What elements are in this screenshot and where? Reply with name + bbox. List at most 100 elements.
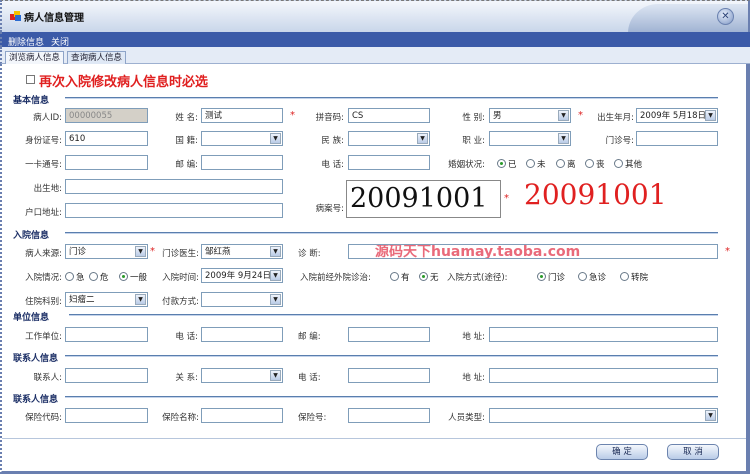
marital-option[interactable]: 丧 — [585, 158, 605, 170]
birthplace-field[interactable] — [65, 179, 283, 194]
department-label: 住院科别: — [25, 297, 62, 307]
radio-icon[interactable] — [620, 272, 629, 281]
contact-address-field[interactable] — [489, 368, 718, 383]
marital-option[interactable]: 离 — [556, 158, 576, 170]
chevron-down-icon[interactable]: ▼ — [558, 110, 569, 121]
postcode-field[interactable] — [201, 155, 283, 170]
radio-icon[interactable] — [578, 272, 587, 281]
pinyin-label: 拼音码: — [315, 113, 344, 123]
doctor-select[interactable]: 邹红燕 ▼ — [201, 244, 283, 259]
insurance-number-field[interactable] — [348, 408, 430, 423]
chevron-down-icon[interactable]: ▼ — [135, 246, 146, 257]
prior-option[interactable]: 无 — [419, 271, 439, 283]
marital-option[interactable]: 其他 — [614, 158, 642, 170]
chevron-down-icon[interactable]: ▼ — [270, 133, 281, 144]
relation-select[interactable]: ▼ — [201, 368, 283, 383]
option-label: 有 — [401, 273, 410, 283]
radio-icon[interactable] — [119, 272, 128, 281]
chevron-down-icon[interactable]: ▼ — [270, 294, 281, 305]
household-label: 户口地址: — [25, 208, 62, 218]
menu-bar — [0, 32, 750, 47]
occupation-select[interactable]: ▼ — [489, 131, 571, 146]
chevron-down-icon[interactable]: ▼ — [135, 294, 146, 305]
required-mark: * — [290, 110, 295, 121]
tab-browse[interactable]: 浏览病人信息 — [5, 51, 65, 64]
method-option[interactable]: 门诊 — [537, 271, 565, 283]
relation-label: 关 系: — [175, 373, 198, 383]
payment-select[interactable]: ▼ — [201, 292, 283, 307]
ethnicity-select[interactable]: ▼ — [348, 131, 430, 146]
chevron-down-icon[interactable]: ▼ — [270, 246, 281, 257]
close-icon[interactable]: ✕ — [717, 8, 734, 25]
department-value: 妇瘤二 — [69, 295, 95, 305]
patient-id-label: 病人ID: — [33, 113, 62, 123]
insurance-name-field[interactable] — [201, 408, 283, 423]
radio-icon[interactable] — [497, 159, 506, 168]
work-unit-field[interactable] — [65, 327, 148, 342]
condition-option[interactable]: 一般 — [119, 271, 147, 283]
insurance-code-label: 保险代码: — [25, 413, 62, 423]
method-option[interactable]: 转院 — [620, 271, 648, 283]
source-select[interactable]: 门诊 ▼ — [65, 244, 148, 259]
radio-icon[interactable] — [537, 272, 546, 281]
birth-date-picker[interactable]: 2009年 5月18日 ▼ — [636, 108, 718, 123]
gender-select[interactable]: 男 ▼ — [489, 108, 571, 123]
chevron-down-icon[interactable]: ▼ — [270, 270, 281, 281]
name-field[interactable]: 测试 — [201, 108, 283, 123]
card-no-field[interactable] — [65, 155, 148, 170]
admit-time-value: 2009年 9月24日 — [205, 271, 272, 281]
marital-option[interactable]: 未 — [526, 158, 546, 170]
clinic-no-field[interactable] — [636, 131, 718, 146]
window-title: 病人信息管理 — [24, 13, 84, 24]
chevron-down-icon[interactable]: ▼ — [417, 133, 428, 144]
radio-icon[interactable] — [614, 159, 623, 168]
person-type-select[interactable]: ▼ — [489, 408, 718, 423]
condition-option[interactable]: 急 — [65, 271, 85, 283]
admit-time-picker[interactable]: 2009年 9月24日 ▼ — [201, 268, 283, 283]
insurance-code-field[interactable] — [65, 408, 148, 423]
contact-phone-field[interactable] — [348, 368, 430, 383]
work-phone-field[interactable] — [201, 327, 283, 342]
method-option[interactable]: 急诊 — [578, 271, 606, 283]
contact-address-label: 地 址: — [462, 373, 485, 383]
radio-icon[interactable] — [65, 272, 74, 281]
chevron-down-icon[interactable]: ▼ — [705, 410, 716, 421]
phone-field[interactable] — [348, 155, 430, 170]
department-select[interactable]: 妇瘤二 ▼ — [65, 292, 148, 307]
ok-button[interactable]: 确 定 — [596, 444, 648, 460]
clinic-no-label: 门诊号: — [605, 136, 634, 146]
required-mark: * — [504, 193, 509, 204]
tab-query[interactable]: 查询病人信息 — [67, 51, 127, 64]
contact-person-field[interactable] — [65, 368, 148, 383]
section-admission: 入院信息 — [13, 231, 50, 241]
occupation-label: 职 业: — [462, 136, 485, 146]
condition-option[interactable]: 危 — [89, 271, 109, 283]
cancel-button[interactable]: 取 消 — [667, 444, 719, 460]
radio-icon[interactable] — [556, 159, 565, 168]
ethnicity-label: 民 族: — [321, 136, 344, 146]
record-no-display: 20091001 — [524, 178, 667, 211]
record-no-field[interactable]: 20091001 — [346, 180, 501, 218]
radio-icon[interactable] — [526, 159, 535, 168]
work-postcode-field[interactable] — [348, 327, 430, 342]
marital-option[interactable]: 已 — [497, 158, 517, 170]
id-card-field[interactable]: 610 — [65, 131, 148, 146]
source-label: 病人来源: — [25, 249, 62, 259]
pinyin-field[interactable]: CS — [348, 108, 430, 123]
radio-icon[interactable] — [585, 159, 594, 168]
work-address-field[interactable] — [489, 327, 718, 342]
nationality-select[interactable]: ▼ — [201, 131, 283, 146]
chevron-down-icon[interactable]: ▼ — [705, 110, 716, 121]
prior-option[interactable]: 有 — [390, 271, 410, 283]
radio-icon[interactable] — [419, 272, 428, 281]
diagnosis-field[interactable]: 源码天下huamay.taoba.com — [348, 244, 718, 259]
chevron-down-icon[interactable]: ▼ — [558, 133, 569, 144]
radio-icon[interactable] — [390, 272, 399, 281]
household-field[interactable] — [65, 203, 283, 218]
prior-treatment-label: 入院前经外院诊治: — [300, 273, 371, 283]
method-label: 入院方式(途径): — [447, 273, 508, 283]
readmit-checkbox[interactable] — [26, 75, 35, 84]
chevron-down-icon[interactable]: ▼ — [270, 370, 281, 381]
radio-icon[interactable] — [89, 272, 98, 281]
option-label: 无 — [430, 273, 439, 283]
